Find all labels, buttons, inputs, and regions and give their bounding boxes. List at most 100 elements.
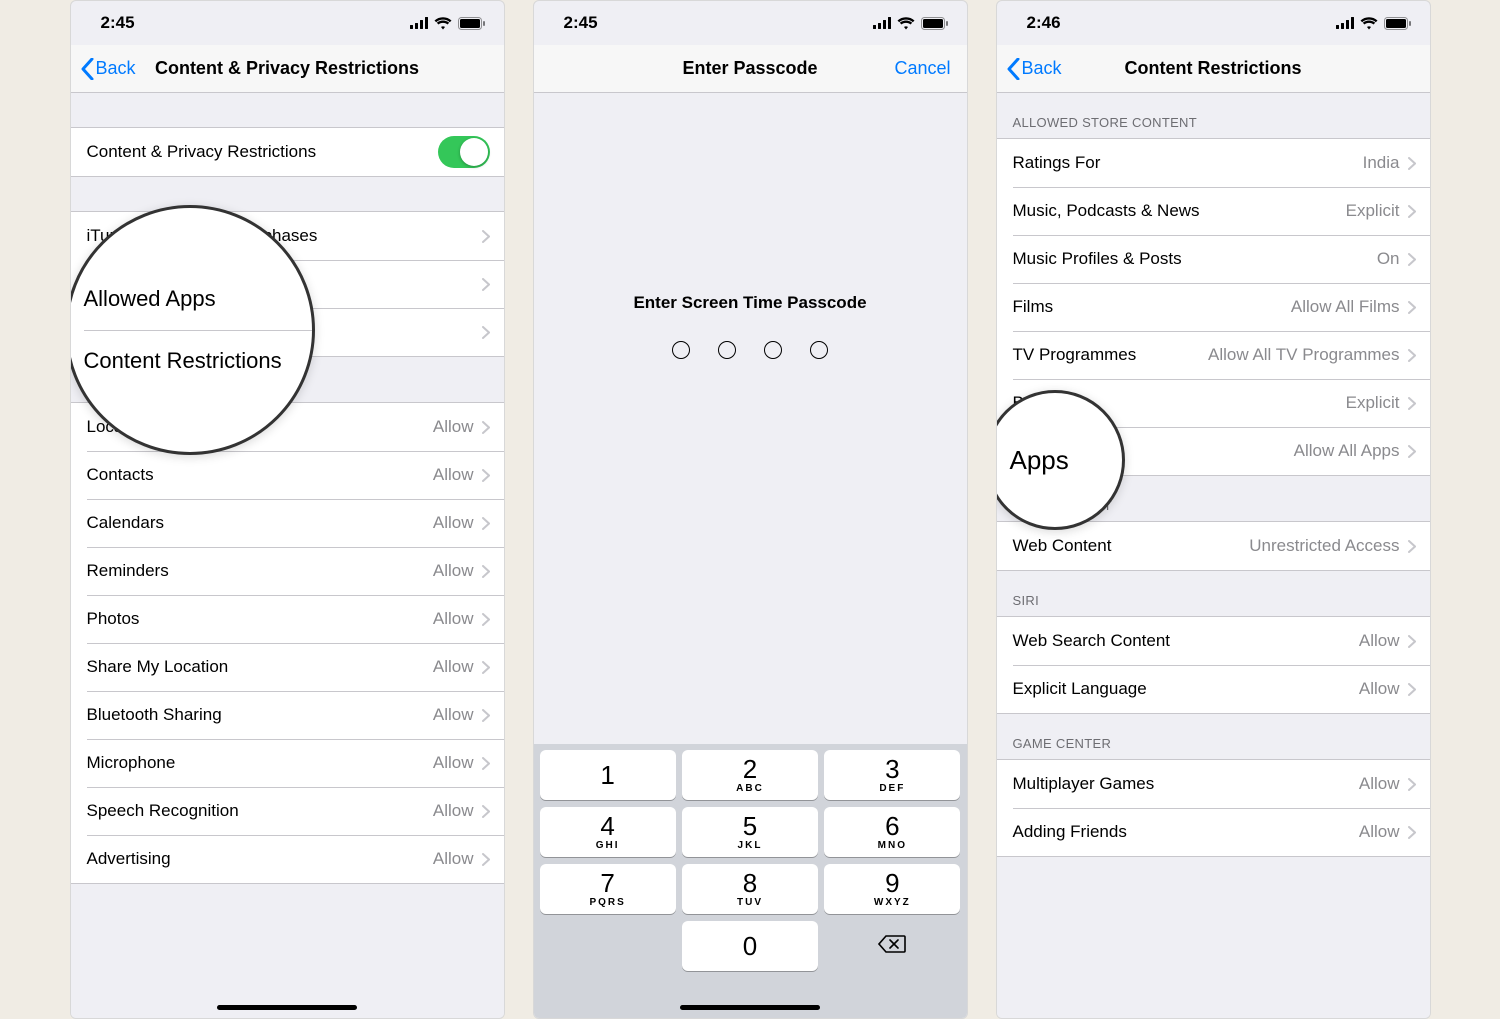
status-bar: 2:45	[534, 1, 967, 45]
key-letters: WXYZ	[874, 897, 911, 908]
row-label: Multiplayer Games	[1013, 774, 1359, 794]
key-8[interactable]: 8TUV	[682, 864, 818, 914]
row-value: Allow	[433, 561, 474, 581]
privacy-row[interactable]: PhotosAllow	[71, 595, 504, 643]
key-delete[interactable]	[824, 921, 960, 971]
magnifier-highlight: Allowed Apps Content Restrictions	[70, 205, 315, 455]
chevron-right-icon	[482, 853, 490, 866]
back-label: Back	[96, 58, 136, 79]
key-digit: 7	[600, 870, 614, 896]
chevron-right-icon	[1408, 683, 1416, 696]
battery-icon	[1384, 17, 1412, 30]
toggle-switch[interactable]	[438, 136, 490, 168]
numeric-keypad: 1 2ABC 3DEF 4GHI 5JKL 6MNO 7PQRS 8TUV 9W…	[534, 744, 967, 1018]
row-value: Allow	[433, 417, 474, 437]
backspace-icon	[878, 934, 906, 959]
privacy-row[interactable]: Bluetooth SharingAllow	[71, 691, 504, 739]
key-9[interactable]: 9WXYZ	[824, 864, 960, 914]
row-label: Contacts	[87, 465, 433, 485]
key-4[interactable]: 4GHI	[540, 807, 676, 857]
chevron-right-icon	[1408, 301, 1416, 314]
siri-row[interactable]: Web Search ContentAllow	[997, 617, 1430, 665]
chevron-right-icon	[482, 421, 490, 434]
chevron-right-icon	[482, 517, 490, 530]
wifi-icon	[1360, 17, 1378, 30]
status-bar: 2:45	[71, 1, 504, 45]
key-digit: 0	[743, 933, 757, 959]
key-0[interactable]: 0	[682, 921, 818, 971]
privacy-row[interactable]: Speech RecognitionAllow	[71, 787, 504, 835]
magnifier-line: Allowed Apps	[84, 268, 312, 330]
key-2[interactable]: 2ABC	[682, 750, 818, 800]
siri-row[interactable]: Explicit LanguageAllow	[997, 665, 1430, 713]
row-label: Music Profiles & Posts	[1013, 249, 1377, 269]
nav-bar: Back Content & Privacy Restrictions	[71, 45, 504, 93]
key-letters: JKL	[738, 840, 763, 851]
key-1[interactable]: 1	[540, 750, 676, 800]
row-label: Bluetooth Sharing	[87, 705, 433, 725]
row-label: Ratings For	[1013, 153, 1363, 173]
key-5[interactable]: 5JKL	[682, 807, 818, 857]
cellular-signal-icon	[873, 17, 891, 29]
gamecenter-row[interactable]: Multiplayer GamesAllow	[997, 760, 1430, 808]
passcode-dot	[810, 341, 828, 359]
key-7[interactable]: 7PQRS	[540, 864, 676, 914]
row-value: India	[1363, 153, 1400, 173]
row-label: Web Search Content	[1013, 631, 1359, 651]
store-row[interactable]: Music Profiles & PostsOn	[997, 235, 1430, 283]
gamecenter-row[interactable]: Adding FriendsAllow	[997, 808, 1430, 856]
row-label: Microphone	[87, 753, 433, 773]
settings-content[interactable]: ALLOWED STORE CONTENT Ratings ForIndiaMu…	[997, 93, 1430, 1018]
back-button[interactable]: Back	[1007, 58, 1062, 80]
privacy-row[interactable]: AdvertisingAllow	[71, 835, 504, 883]
key-6[interactable]: 6MNO	[824, 807, 960, 857]
battery-icon	[458, 17, 486, 30]
chevron-right-icon	[1408, 253, 1416, 266]
wifi-icon	[897, 17, 915, 30]
chevron-right-icon	[482, 757, 490, 770]
row-value: Allow	[1359, 679, 1400, 699]
status-time: 2:45	[564, 13, 598, 33]
chevron-right-icon	[482, 278, 490, 291]
chevron-right-icon	[482, 709, 490, 722]
store-row[interactable]: Ratings ForIndia	[997, 139, 1430, 187]
key-digit: 5	[743, 813, 757, 839]
cancel-button[interactable]: Cancel	[894, 58, 956, 79]
cellular-signal-icon	[410, 17, 428, 29]
key-digit: 4	[600, 813, 614, 839]
magnifier-line: Apps	[1010, 427, 1122, 494]
row-value: Allow	[433, 705, 474, 725]
key-letters: DEF	[879, 783, 905, 794]
screen-enter-passcode: 2:45 Enter Passcode Cancel Enter Screen …	[533, 0, 968, 1019]
home-indicator[interactable]	[217, 1005, 357, 1010]
privacy-row[interactable]: CalendarsAllow	[71, 499, 504, 547]
privacy-row[interactable]: Share My LocationAllow	[71, 643, 504, 691]
row-label: TV Programmes	[1013, 345, 1209, 365]
chevron-right-icon	[482, 661, 490, 674]
cellular-signal-icon	[1336, 17, 1354, 29]
key-letters: GHI	[596, 840, 620, 851]
row-label: Photos	[87, 609, 433, 629]
row-value: Allow	[433, 849, 474, 869]
chevron-right-icon	[1408, 349, 1416, 362]
privacy-row[interactable]: ContactsAllow	[71, 451, 504, 499]
store-row[interactable]: FilmsAllow All Films	[997, 283, 1430, 331]
home-indicator[interactable]	[680, 1005, 820, 1010]
back-button[interactable]: Back	[81, 58, 136, 80]
screen-content-restrictions: 2:46 Back Content Restrictions ALLOWED S…	[996, 0, 1431, 1019]
chevron-right-icon	[1408, 205, 1416, 218]
battery-icon	[921, 17, 949, 30]
store-row[interactable]: TV ProgrammesAllow All TV Programmes	[997, 331, 1430, 379]
magnifier-line: Content Restrictions	[84, 330, 312, 392]
key-3[interactable]: 3DEF	[824, 750, 960, 800]
chevron-right-icon	[1408, 635, 1416, 648]
row-value: Allow	[433, 609, 474, 629]
privacy-row[interactable]: MicrophoneAllow	[71, 739, 504, 787]
toggle-row-content-privacy[interactable]: Content & Privacy Restrictions	[71, 128, 504, 176]
status-time: 2:46	[1027, 13, 1061, 33]
row-value: Allow	[433, 753, 474, 773]
chevron-right-icon	[482, 326, 490, 339]
store-row[interactable]: Music, Podcasts & NewsExplicit	[997, 187, 1430, 235]
privacy-row[interactable]: RemindersAllow	[71, 547, 504, 595]
key-digit: 1	[600, 762, 614, 788]
